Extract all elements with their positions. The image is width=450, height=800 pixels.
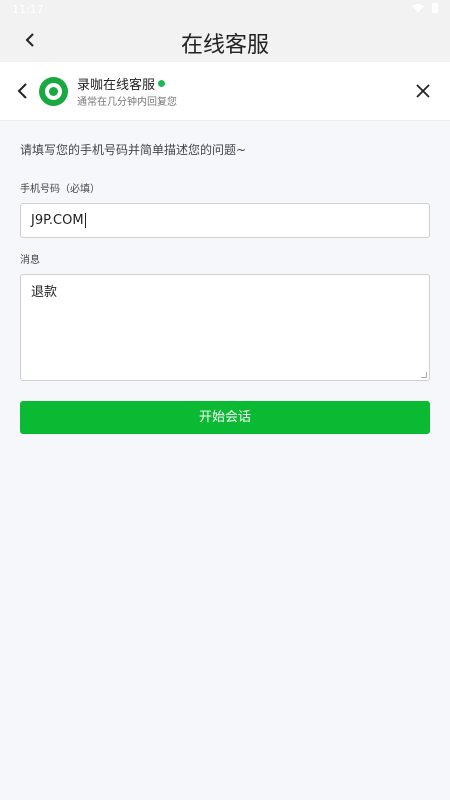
service-subtitle: 通常在几分钟内回复您 <box>77 97 177 108</box>
chat-header: 录咖在线客服 通常在几分钟内回复您 <box>0 62 450 121</box>
status-icons <box>412 3 438 13</box>
service-logo <box>39 77 68 106</box>
close-icon[interactable] <box>414 82 432 100</box>
battery-icon <box>432 3 438 13</box>
service-name-row: 录咖在线客服 <box>77 74 166 93</box>
status-time: 11:17 <box>12 3 44 16</box>
page-title: 在线客服 <box>180 33 269 58</box>
service-name: 录咖在线客服 <box>77 78 156 93</box>
phone-input[interactable]: J9P.COM <box>20 203 430 238</box>
form-prompt: 请填写您的手机号码并简单描述您的问题~ <box>20 143 247 157</box>
wifi-icon <box>412 3 424 13</box>
contact-form: 请填写您的手机号码并简单描述您的问题~ 手机号码（必填） J9P.COM 消息 … <box>0 121 450 434</box>
resize-handle-icon[interactable] <box>421 372 427 378</box>
phone-label: 手机号码（必填） <box>20 184 100 195</box>
message-value: 退款 <box>31 285 58 300</box>
start-chat-button[interactable]: 开始会话 <box>20 401 430 434</box>
app-header: 在线客服 <box>0 20 450 62</box>
message-textarea[interactable]: 退款 <box>20 274 430 381</box>
status-bar: 11:17 <box>0 0 450 20</box>
chat-back-icon[interactable] <box>16 81 30 101</box>
text-caret <box>84 213 86 228</box>
online-status-icon <box>158 80 166 87</box>
message-label: 消息 <box>20 255 40 266</box>
phone-value: J9P.COM <box>31 213 84 228</box>
